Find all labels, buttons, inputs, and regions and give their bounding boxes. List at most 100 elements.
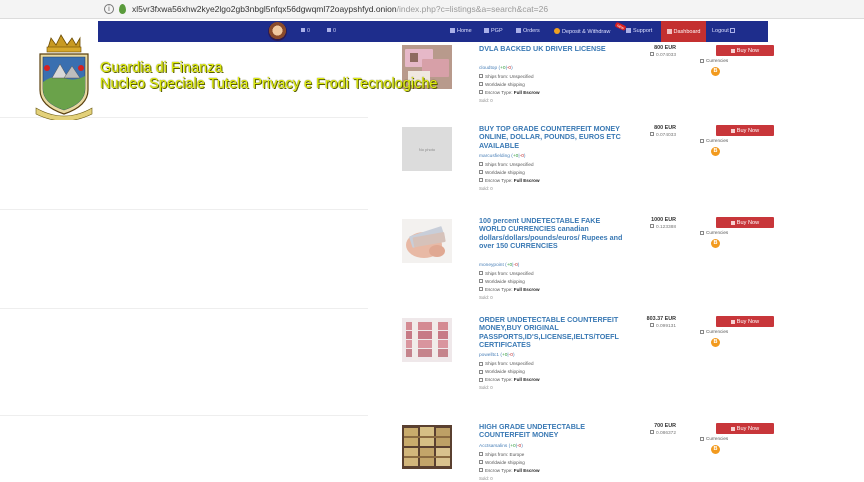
nav-pgp[interactable]: PGP <box>484 28 503 34</box>
btc-small-icon <box>649 52 654 56</box>
buy-now-button[interactable]: Buy Now <box>716 423 774 434</box>
checkbox-icon <box>479 74 483 79</box>
listing-thumbnail[interactable]: No photo <box>402 127 452 171</box>
listing-vendor[interactable]: cloudtop (+0|-0) <box>479 66 513 71</box>
envelope-icon <box>327 28 331 32</box>
currencies-option[interactable]: Currencies <box>700 329 728 334</box>
nav-orders[interactable]: Orders <box>516 28 540 34</box>
ships-from: Ships from: Unspecified <box>479 74 534 79</box>
avatar[interactable] <box>268 22 287 41</box>
listing-title[interactable]: BUY TOP GRADE COUNTERFEIT MONEY ONLINE, … <box>479 124 629 150</box>
nav-dashboard[interactable]: Dashboard <box>661 21 706 42</box>
bitcoin-icon: B <box>711 67 720 76</box>
listing-price: 800 EUR <box>654 125 676 131</box>
checkbox-icon <box>479 377 483 382</box>
buy-now-button[interactable]: Buy Now <box>716 316 774 327</box>
ships-from: Ships from: Unspecified <box>479 162 534 167</box>
info-icon[interactable]: i <box>104 4 114 14</box>
buy-now-button[interactable]: Buy Now <box>716 45 774 56</box>
checkbox-icon <box>479 452 483 457</box>
overlay-subtitle: Nucleo Speciale Tutela Privacy e Frodi T… <box>100 76 438 92</box>
checkbox-icon <box>700 329 704 334</box>
listing-price: 700 EUR <box>654 423 676 429</box>
sold-count: Sold: 0 <box>479 185 493 191</box>
bitcoin-icon: B <box>711 445 720 454</box>
listing-title[interactable]: ORDER UNDETECTABLE COUNTERFEIT MONEY,BUY… <box>479 315 629 349</box>
cart-icon <box>730 319 735 324</box>
checkbox-icon <box>700 58 704 63</box>
currencies-option[interactable]: Currencies <box>700 230 728 235</box>
worldwide-shipping: Worldwide shipping <box>479 460 525 465</box>
listing-btc-price: 0.074033 <box>620 132 676 138</box>
sold-count: Sold: 0 <box>479 385 493 391</box>
ships-from: Ships from: Unspecified <box>479 271 534 276</box>
checkbox-icon <box>479 279 483 283</box>
checkbox-icon <box>700 138 704 143</box>
listing-vendor[interactable]: marcusfielding (+0|-0) <box>479 154 525 159</box>
home-icon <box>450 28 455 33</box>
buy-now-button[interactable]: Buy Now <box>716 125 774 136</box>
url-text[interactable]: xl5vr3fxwa56xhw2kye2lgo2gb3nbgl5nfqx56dg… <box>132 4 548 14</box>
bitcoin-icon: B <box>711 338 720 347</box>
checkbox-icon <box>700 436 704 441</box>
buy-now-button[interactable]: Buy Now <box>716 217 774 228</box>
cart-icon <box>730 426 735 431</box>
listing-vendor[interactable]: Acctsarsalins (+0|-0) <box>479 444 523 449</box>
cart-icon <box>730 220 735 225</box>
bitcoin-icon: B <box>711 239 720 248</box>
worldwide-shipping: Worldwide shipping <box>479 279 525 284</box>
checkbox-icon <box>479 271 483 275</box>
cart-icon <box>516 28 521 33</box>
checkbox-icon <box>479 468 483 473</box>
sold-count: Sold: 0 <box>479 97 493 103</box>
btc-small-icon <box>649 323 654 327</box>
listing-btc-price: 0.123388 <box>620 224 676 230</box>
listing-vendor[interactable]: moneypoint (+0|-0) <box>479 263 519 268</box>
message-counter[interactable]: 0 <box>327 28 336 34</box>
currencies-option[interactable]: Currencies <box>700 58 728 63</box>
listing-thumbnail[interactable] <box>402 318 452 362</box>
listing-vendor[interactable]: powelltc1 (+0|-0) <box>479 353 515 358</box>
dashboard-icon <box>666 29 672 34</box>
escrow-type: Escrow Type: Full Escrow <box>479 377 540 382</box>
cart-icon <box>730 128 735 133</box>
checkbox-icon <box>479 178 483 183</box>
notification-counter[interactable]: 0 <box>301 28 310 34</box>
nav-home[interactable]: Home <box>450 28 472 34</box>
escrow-type: Escrow Type: Full Escrow <box>479 90 540 95</box>
currencies-option[interactable]: Currencies <box>700 436 728 441</box>
worldwide-shipping: Worldwide shipping <box>479 82 525 87</box>
escrow-type: Escrow Type: Full Escrow <box>479 178 540 183</box>
address-bar[interactable]: i xl5vr3fxwa56xhw2kye2lgo2gb3nbgl5nfqx56… <box>0 0 864 19</box>
escrow-type: Escrow Type: Full Escrow <box>479 287 540 292</box>
listing-divider <box>0 209 368 210</box>
escrow-type: Escrow Type: Full Escrow <box>479 468 540 473</box>
checkbox-icon <box>700 230 704 235</box>
listing-title[interactable]: 100 percent UNDETECTABLE FAKE WORLD CURR… <box>479 216 629 250</box>
nav-support[interactable]: Support <box>626 28 652 34</box>
bitcoin-icon: B <box>711 147 720 156</box>
listing-thumbnail[interactable] <box>402 425 452 469</box>
checkbox-icon <box>479 90 483 95</box>
sold-count: Sold: 0 <box>479 475 493 481</box>
listing-btc-price: 0.099131 <box>620 323 676 329</box>
url-path: /index.php?c=listings&a=search&cat=26 <box>396 4 549 14</box>
listing-price: 803.37 EUR <box>646 316 676 322</box>
logout-icon <box>730 28 736 33</box>
onion-icon <box>119 4 126 14</box>
listing-thumbnail[interactable] <box>402 219 452 263</box>
nav-deposit-withdraw[interactable]: Deposit & Withdraw <box>554 28 610 35</box>
listing-title[interactable]: DVLA BACKED UK DRIVER LICENSE <box>479 44 629 53</box>
listing-price: 1000 EUR <box>651 217 676 223</box>
btc-small-icon <box>649 430 654 434</box>
listing-price: 800 EUR <box>654 45 676 51</box>
listing-btc-price: 0.074033 <box>620 52 676 58</box>
guardia-di-finanza-emblem-icon <box>35 34 93 120</box>
nav-logout[interactable]: Logout <box>712 28 736 34</box>
ships-from: Ships from: Unspecified <box>479 361 534 366</box>
checkbox-icon <box>479 460 483 465</box>
currencies-option[interactable]: Currencies <box>700 138 728 143</box>
worldwide-shipping: Worldwide shipping <box>479 170 525 175</box>
listing-title[interactable]: HIGH GRADE UNDETECTABLE COUNTERFEIT MONE… <box>479 422 629 440</box>
screen: i xl5vr3fxwa56xhw2kye2lgo2gb3nbgl5nfqx56… <box>0 0 864 482</box>
